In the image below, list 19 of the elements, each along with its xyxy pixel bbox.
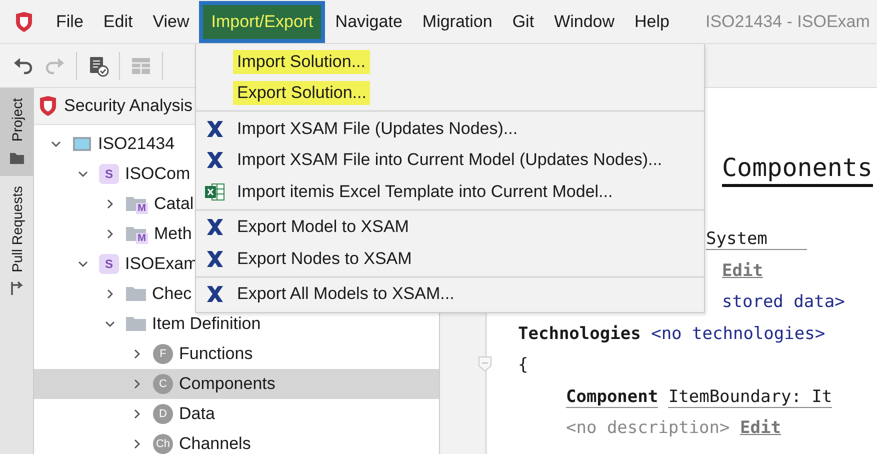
- brace: {: [518, 355, 528, 375]
- module-icon: M: [126, 224, 148, 244]
- module-icon: M: [126, 194, 148, 214]
- technologies-value: <no technologies>: [651, 324, 826, 344]
- system-label: System: [706, 229, 808, 250]
- stored-data-value: stored data>: [722, 292, 845, 312]
- solution-icon: S: [99, 254, 119, 274]
- component-name: ItemBoundary: It: [668, 386, 832, 408]
- concept-icon: Ch: [153, 434, 173, 454]
- keyword: Component: [566, 386, 658, 408]
- description-text: <no description>: [566, 418, 730, 438]
- concept-icon: F: [153, 344, 173, 364]
- keyword: Technologies: [518, 324, 641, 344]
- panel-title: Security Analysis: [64, 96, 192, 116]
- solution-icon: S: [99, 164, 119, 184]
- concept-icon: D: [153, 404, 173, 424]
- section-heading: Components: [722, 153, 873, 187]
- window-title: ISO21434 - ISOExam: [706, 12, 870, 32]
- concept-icon: C: [153, 374, 173, 394]
